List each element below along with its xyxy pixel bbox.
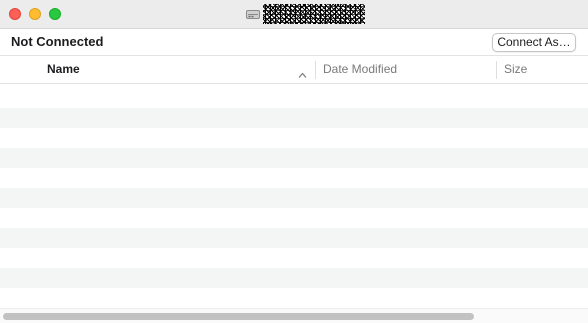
column-divider[interactable] [496,61,497,79]
empty-row [0,168,588,188]
empty-row [0,268,588,288]
column-header-size[interactable]: Size [504,56,527,83]
window-title [246,4,365,24]
empty-row [0,228,588,248]
column-divider[interactable] [315,61,316,79]
empty-row [0,108,588,128]
network-drive-icon [246,9,260,20]
empty-row [0,288,588,308]
empty-row [0,84,588,104]
empty-row [0,188,588,208]
file-list[interactable] [0,84,588,308]
redacted-server-name [263,4,365,24]
connection-status: Not Connected [11,34,104,49]
empty-row [0,148,588,168]
empty-row [0,208,588,228]
scrollbar-thumb[interactable] [3,313,474,320]
title-bar[interactable] [0,0,588,29]
empty-row [0,128,588,148]
column-header-name[interactable]: Name [47,56,80,83]
empty-row [0,248,588,268]
connection-bar: Not Connected Connect As… [0,29,588,56]
sort-ascending-icon[interactable] [298,66,307,78]
zoom-window-button[interactable] [49,8,61,20]
finder-window: Not Connected Connect As… Name Date Modi… [0,0,588,323]
close-window-button[interactable] [9,8,21,20]
connect-as-button[interactable]: Connect As… [492,33,576,52]
horizontal-scrollbar[interactable] [0,308,588,323]
column-header: Name Date Modified Size [0,56,588,84]
column-header-date-modified[interactable]: Date Modified [323,56,397,83]
minimize-window-button[interactable] [29,8,41,20]
